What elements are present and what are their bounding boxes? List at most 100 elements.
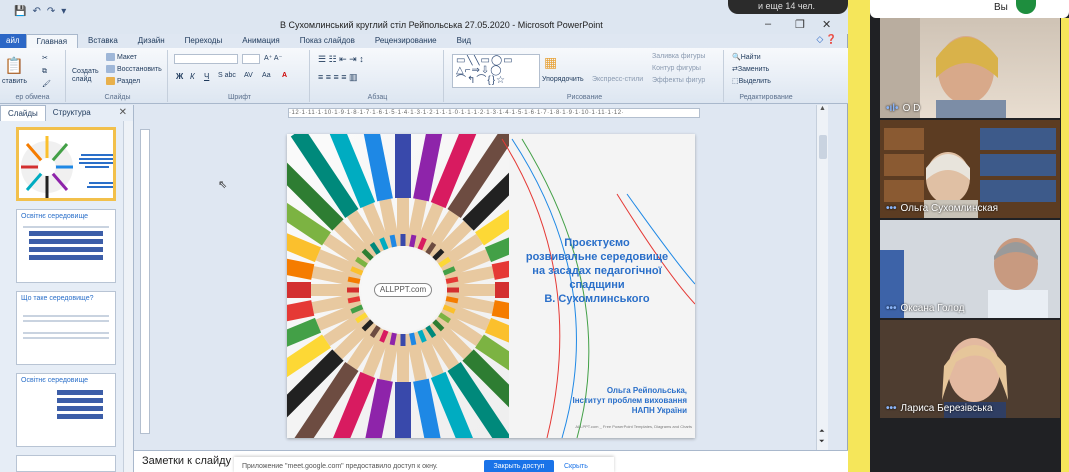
italic-button[interactable]: К <box>190 72 195 81</box>
tab-animations[interactable]: Анимация <box>232 34 290 48</box>
tab-slideshow[interactable]: Показ слайдов <box>290 34 365 48</box>
ribbon: 📋 ставить ✂ ⧉ 🖌 ер обмена Создать слайд … <box>0 48 848 104</box>
align-icons[interactable]: ≡ ≡ ≡ ≡ ▥ <box>318 72 358 83</box>
title-line: на засадах педагогічної <box>532 265 662 277</box>
paste-button[interactable]: ставить <box>2 78 27 85</box>
section-button[interactable]: Раздел <box>106 77 140 85</box>
slide-thumb-1[interactable] <box>16 127 116 201</box>
scroll-thumb[interactable] <box>819 135 827 159</box>
section-label: Раздел <box>117 77 141 85</box>
underline-button[interactable]: Ч <box>204 72 209 81</box>
prev-slide-icon[interactable]: ⏶ <box>819 428 825 436</box>
slide-thumb-5[interactable] <box>16 455 116 472</box>
panel-close-icon[interactable]: ✕ <box>119 107 127 118</box>
tab-design[interactable]: Дизайн <box>128 34 175 48</box>
layout-label: Макет <box>117 53 137 61</box>
replace-label: Заменить <box>737 66 770 73</box>
cut-icon[interactable]: ✂ <box>42 54 48 62</box>
more-icon: ••• <box>886 203 897 214</box>
next-slide-icon[interactable]: ⏷ <box>819 438 825 446</box>
title-line: В. Сухомлинського <box>544 293 650 305</box>
participant-tile[interactable]: ••• Оксана Голод <box>880 220 1060 318</box>
bullets-icon[interactable]: ☰ ☷ ⇤ ⇥ ↕ <box>318 54 364 65</box>
save-icon[interactable]: 💾 <box>14 6 26 17</box>
editing-label: Редактирование <box>739 94 793 101</box>
tab-outline[interactable]: Структура <box>46 105 98 121</box>
font-size-combo[interactable] <box>242 54 260 64</box>
panel-scrollbar[interactable] <box>123 121 133 472</box>
restore-button[interactable]: ❐ <box>795 18 805 31</box>
you-label: Вы <box>994 2 1008 13</box>
stop-sharing-button[interactable]: Закрыть доступ <box>484 460 554 472</box>
help-icon[interactable]: ◇ ❓ <box>816 34 837 45</box>
tab-transitions[interactable]: Переходы <box>175 34 233 48</box>
grow-shrink-font-button[interactable]: A⁺ A⁻ <box>264 54 282 62</box>
author-line: Ольга Рейпольська, <box>606 386 687 395</box>
find-label: Найти <box>740 54 761 61</box>
participant-tile[interactable]: ••• Лариса Березівська <box>880 320 1060 418</box>
powerpoint-window: 💾 ↶ ↷ ▾ и еще 14 чел. В Сухомлинський кр… <box>0 0 848 472</box>
slide-thumb-2[interactable]: Освітнє середовище <box>16 209 116 283</box>
font-color-icon[interactable]: A <box>282 72 287 79</box>
edit-scrollbar[interactable]: ▲ ⏶ ⏷ <box>816 105 828 450</box>
slide-thumb-3[interactable]: Що таке середовище? <box>16 291 116 365</box>
arrange-button[interactable]: Упорядочить <box>542 76 584 83</box>
undo-icon[interactable]: ↶ <box>32 6 40 17</box>
more-icon: ••• <box>886 403 897 414</box>
reset-button[interactable]: Восстановить <box>106 65 162 73</box>
editing-group: 🔍Найти ⇄Заменить ⬚Выделить Редактировани… <box>726 50 806 102</box>
shape-outline-button[interactable]: Контур фигуры <box>652 65 701 72</box>
tab-home[interactable]: Главная <box>25 34 79 48</box>
drawing-label: Рисование <box>566 94 603 101</box>
copy-icon[interactable]: ⧉ <box>42 68 47 76</box>
participant-tile[interactable]: •ıl• O D <box>880 18 1060 118</box>
arrange-icon[interactable]: ▦ <box>544 54 557 71</box>
thumb-3-title: Що таке середовище? <box>21 295 94 302</box>
quick-styles-button[interactable]: Экспресс-стили <box>592 76 643 83</box>
title-line: Проєктуємо <box>564 237 630 249</box>
slide-title: Проєктуємо розвивальне середовище на зас… <box>507 236 687 306</box>
new-slide-button[interactable]: Создать слайд <box>72 68 106 84</box>
change-case-button[interactable]: Аа <box>262 72 271 79</box>
shape-fill-button[interactable]: Заливка фигуры <box>652 53 705 60</box>
tab-insert[interactable]: Вставка <box>78 34 128 48</box>
thumb-2-line <box>23 226 109 228</box>
shapes-gallery[interactable]: ▭╲╲▭◯▭ △⌐⇒⇩◯ ⌒↰⌒{}☆ <box>452 54 540 88</box>
select-button[interactable]: ⬚Выделить <box>732 77 771 85</box>
paste-icon[interactable]: 📋 <box>4 56 24 76</box>
tab-file[interactable]: айл <box>0 34 26 48</box>
format-painter-icon[interactable]: 🖌 <box>42 80 51 88</box>
paragraph-group: ☰ ☷ ⇤ ⇥ ↕ ≡ ≡ ≡ ≡ ▥ Абзац <box>312 50 444 102</box>
bold-button[interactable]: Ж <box>176 72 183 81</box>
redo-icon[interactable]: ↷ <box>47 6 55 17</box>
replace-button[interactable]: ⇄Заменить <box>732 65 769 73</box>
meet-top-bar: Вы <box>870 0 1069 18</box>
notes-pane[interactable]: Заметки к слайду Приложение "meet.google… <box>134 450 848 472</box>
more-icon: ••• <box>886 303 897 314</box>
thumb-4-bar <box>57 414 103 419</box>
layout-icon <box>106 53 115 61</box>
tab-review[interactable]: Рецензирование <box>365 34 447 48</box>
thumb-2-bar <box>29 255 103 260</box>
close-button[interactable]: ✕ <box>822 18 831 31</box>
slide-thumb-4[interactable]: Освітнє середовище <box>16 373 116 447</box>
self-avatar[interactable] <box>1016 0 1036 14</box>
current-slide[interactable]: ALLPPT.com Проєктуємо розвивальне середо… <box>287 134 695 438</box>
clipboard-group: 📋 ставить ✂ ⧉ 🖌 ер обмена <box>0 50 66 102</box>
tab-view[interactable]: Вид <box>447 34 481 48</box>
paragraph-label: Абзац <box>367 94 388 101</box>
hide-banner-link[interactable]: Скрыть <box>564 463 588 470</box>
font-name-combo[interactable] <box>174 54 238 64</box>
char-spacing-button[interactable]: AV <box>244 72 253 79</box>
customize-qat-icon[interactable]: ▾ <box>61 6 66 17</box>
scroll-up-icon[interactable]: ▲ <box>817 105 828 112</box>
shape-effects-button[interactable]: Эффекты фигур <box>652 77 705 84</box>
strikethrough-button[interactable]: S abc <box>218 72 236 79</box>
vertical-ruler <box>140 129 150 434</box>
layout-button[interactable]: Макет <box>106 53 137 61</box>
find-button[interactable]: 🔍Найти <box>732 53 761 61</box>
title-line: розвивальне середовище <box>525 251 669 263</box>
participant-tile[interactable]: ••• Ольга Сухомлинская <box>880 120 1060 218</box>
minimize-button[interactable]: – <box>765 18 771 30</box>
tab-slides[interactable]: Слайды <box>0 105 46 121</box>
